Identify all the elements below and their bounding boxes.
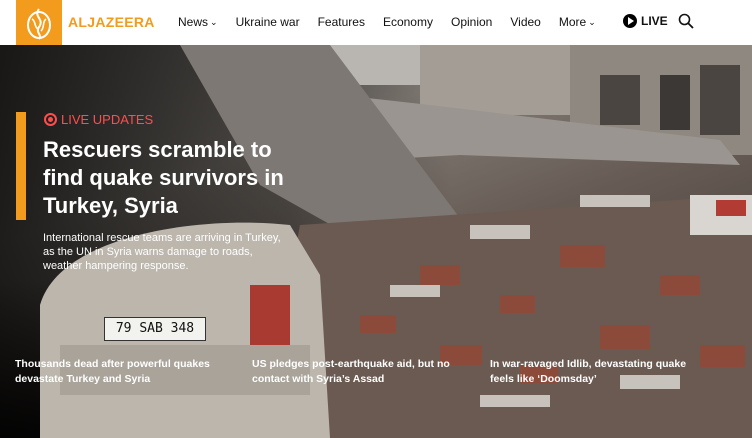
- story-link[interactable]: In war-ravaged Idlib, devastating quake …: [490, 357, 710, 387]
- nav-item-ukraine-war[interactable]: Ukraine war: [236, 15, 300, 29]
- license-plate: 79 SAB 348: [104, 317, 206, 341]
- story-link[interactable]: US pledges post-earthquake aid, but no c…: [252, 357, 472, 387]
- nav-item-label: News: [178, 15, 209, 29]
- nav-item-label: Features: [317, 15, 365, 29]
- nav-item-label: Economy: [382, 15, 433, 29]
- nav-item-label: Ukraine war: [235, 15, 300, 29]
- aljazeera-logo[interactable]: [16, 0, 62, 45]
- nav-item-economy[interactable]: Economy: [383, 15, 433, 29]
- nav-item-label: Video: [510, 15, 541, 29]
- brand-wordmark[interactable]: ALJAZEERA: [68, 14, 155, 30]
- aljazeera-emblem-icon: [27, 8, 51, 40]
- live-button[interactable]: LIVE: [623, 14, 668, 28]
- story-link[interactable]: Thousands dead after powerful quakes dev…: [15, 357, 235, 387]
- main-nav: News ⌄ Ukraine war Features Economy Opini…: [178, 15, 614, 29]
- live-updates-tag[interactable]: LIVE UPDATES: [44, 112, 153, 127]
- search-icon[interactable]: [678, 13, 694, 29]
- nav-item-news[interactable]: News ⌄: [178, 15, 218, 29]
- site-header: ALJAZEERA News ⌄ Ukraine war Features Eco…: [0, 0, 752, 45]
- chevron-down-icon: ⌄: [588, 16, 596, 27]
- nav-item-label: More: [558, 15, 587, 29]
- live-dot-icon: [44, 113, 57, 126]
- play-icon: [623, 14, 637, 28]
- nav-item-opinion[interactable]: Opinion: [451, 15, 492, 29]
- chevron-down-icon: ⌄: [210, 16, 218, 27]
- hero-headline[interactable]: Rescuers scramble to find quake survivor…: [43, 136, 303, 220]
- nav-item-label: Opinion: [450, 15, 493, 29]
- hero-summary: International rescue teams are arriving …: [43, 232, 281, 272]
- accent-bar: [16, 112, 26, 220]
- live-label: LIVE: [641, 14, 668, 28]
- live-updates-label: LIVE UPDATES: [61, 112, 154, 127]
- nav-item-more[interactable]: More ⌄: [559, 15, 596, 29]
- nav-item-video[interactable]: Video: [510, 15, 540, 29]
- nav-item-features[interactable]: Features: [318, 15, 365, 29]
